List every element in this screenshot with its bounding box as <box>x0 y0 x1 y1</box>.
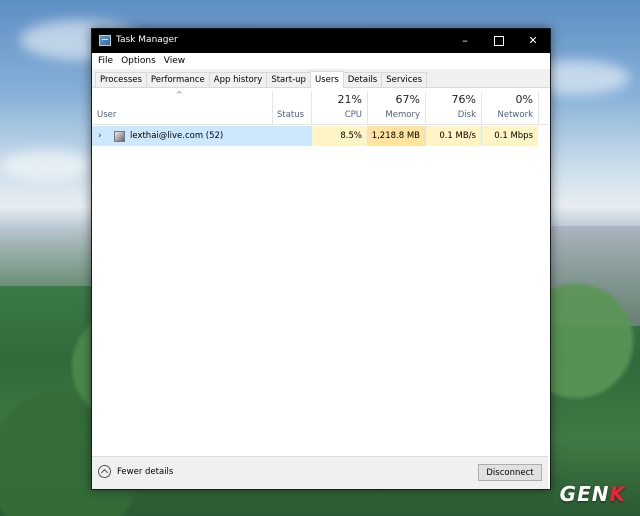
column-header: ^ User Status 21% CPU 67% Memory 76% Dis <box>92 88 548 125</box>
tab-services[interactable]: Services <box>381 72 428 87</box>
user-avatar-icon <box>114 131 125 142</box>
column-memory-label: Memory <box>385 110 420 120</box>
disk-cell: 0.1 MB/s <box>426 126 481 146</box>
genk-watermark: GENK <box>559 482 626 506</box>
fewer-details-label: Fewer details <box>117 466 174 477</box>
title-bar[interactable]: Task Manager – ✕ <box>92 29 550 53</box>
table-row[interactable]: › lexthai@live.com (52) 8.5% 1,218.8 MB … <box>92 126 538 146</box>
column-user-label: User <box>97 110 117 120</box>
column-divider <box>538 92 539 124</box>
memory-cell: 1,218.8 MB <box>368 126 425 146</box>
column-network[interactable]: 0% Network <box>482 88 538 124</box>
task-manager-window: Task Manager – ✕ File Options View Proce… <box>91 28 551 490</box>
column-status-label: Status <box>277 110 305 120</box>
minimize-button[interactable]: – <box>448 29 482 53</box>
cpu-cell: 8.5% <box>312 126 367 146</box>
column-cpu[interactable]: 21% CPU <box>312 88 367 124</box>
tab-details[interactable]: Details <box>342 72 383 87</box>
window-title: Task Manager <box>116 35 178 45</box>
network-percent: 0% <box>515 93 533 106</box>
task-manager-icon <box>99 35 111 46</box>
column-status[interactable]: Status <box>273 88 311 124</box>
chevron-right-icon[interactable]: › <box>98 126 102 146</box>
close-button[interactable]: ✕ <box>516 29 550 53</box>
users-panel: ^ User Status 21% CPU 67% Memory 76% Dis <box>92 88 550 448</box>
tab-app-history[interactable]: App history <box>208 72 268 87</box>
menu-bar: File Options View <box>92 53 550 69</box>
disk-percent: 76% <box>451 93 476 106</box>
tab-processes[interactable]: Processes <box>95 72 147 87</box>
column-memory[interactable]: 67% Memory <box>368 88 425 124</box>
tab-start-up[interactable]: Start-up <box>266 72 311 87</box>
tab-performance[interactable]: Performance <box>145 72 210 87</box>
menu-file[interactable]: File <box>94 56 117 66</box>
network-cell: 0.1 Mbps <box>482 126 538 146</box>
column-user[interactable]: User <box>92 88 272 124</box>
column-disk-label: Disk <box>457 110 476 120</box>
maximize-button[interactable] <box>482 29 516 53</box>
chevron-up-icon <box>98 465 111 478</box>
menu-view[interactable]: View <box>160 56 189 66</box>
column-network-label: Network <box>497 110 534 120</box>
footer-bar: Fewer details Disconnect <box>92 456 548 489</box>
fewer-details-button[interactable]: Fewer details <box>98 465 173 478</box>
memory-percent: 67% <box>395 93 420 106</box>
maximize-icon <box>494 36 504 46</box>
column-cpu-label: CPU <box>344 110 362 120</box>
column-disk[interactable]: 76% Disk <box>426 88 481 124</box>
cloud <box>0 150 90 180</box>
status-cell <box>273 126 311 146</box>
tab-bar: Processes Performance App history Start-… <box>92 69 550 88</box>
menu-options[interactable]: Options <box>117 56 160 66</box>
tab-users[interactable]: Users <box>309 71 344 88</box>
cpu-percent: 21% <box>337 93 362 106</box>
disconnect-button[interactable]: Disconnect <box>478 464 542 481</box>
user-name: lexthai@live.com (52) <box>130 131 224 141</box>
